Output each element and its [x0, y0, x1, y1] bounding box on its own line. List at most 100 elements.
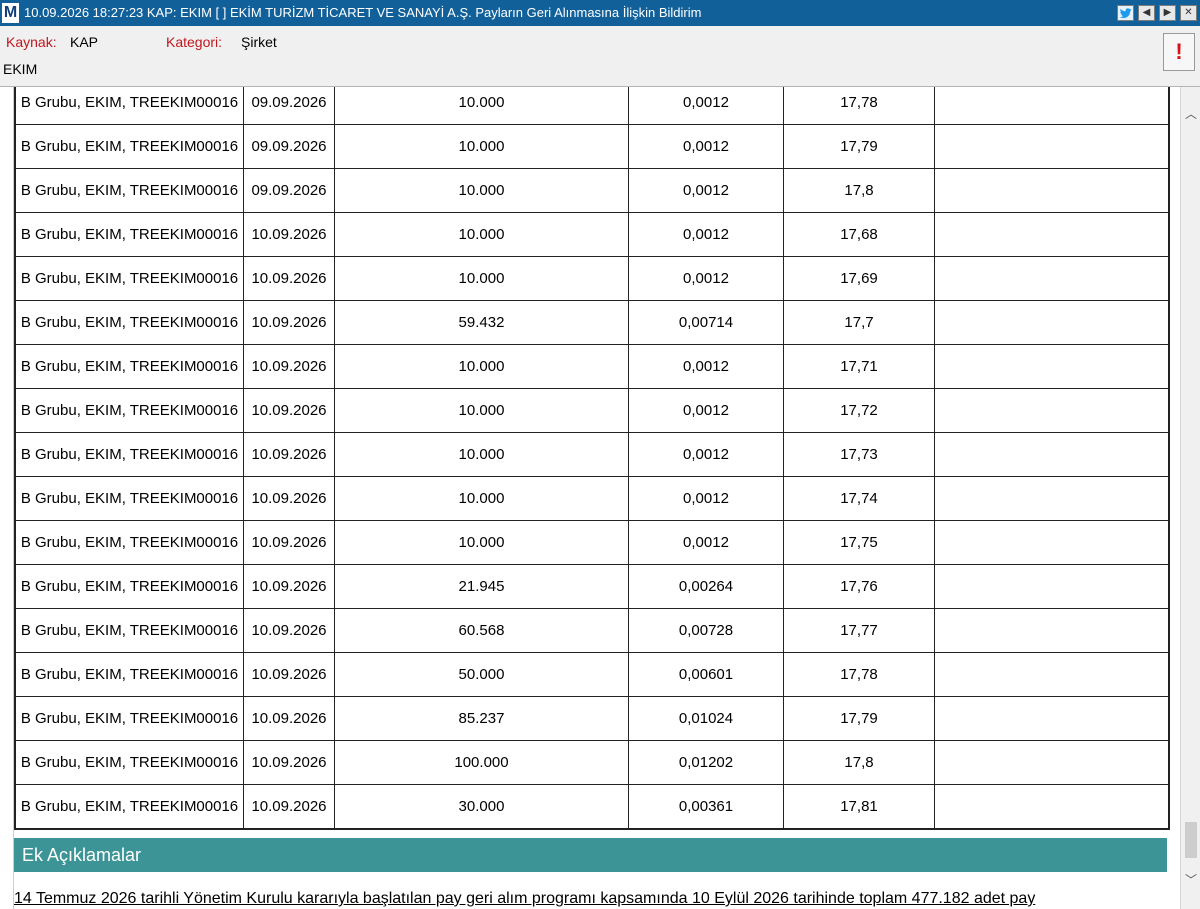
scroll-down-icon[interactable]: ﹀	[1184, 873, 1198, 887]
amount-cell: 59.432	[334, 300, 629, 345]
date-cell: 10.09.2026	[243, 212, 335, 257]
price-cell: 17,8	[783, 168, 935, 213]
share-group-cell: B Grubu, EKIM, TREEKIM00016	[14, 740, 244, 785]
scroll-up-icon[interactable]: ︿	[1184, 107, 1198, 121]
note-cell	[934, 564, 1170, 609]
buyback-table: B Grubu, EKIM, TREEKIM00016 09.09.2026 10.…	[14, 87, 1170, 830]
table-row: B Grubu, EKIM, TREEKIM00016 10.09.2026 21.…	[14, 564, 1170, 609]
date-cell: 09.09.2026	[243, 124, 335, 169]
ticker-symbol[interactable]: EKIM	[3, 61, 37, 77]
note-cell	[934, 124, 1170, 169]
note-cell	[934, 432, 1170, 477]
note-cell	[934, 784, 1170, 830]
date-cell: 10.09.2026	[243, 256, 335, 301]
note-cell	[934, 256, 1170, 301]
price-cell: 17,79	[783, 124, 935, 169]
price-cell: 17,8	[783, 740, 935, 785]
date-cell: 09.09.2026	[243, 87, 335, 125]
note-cell	[934, 87, 1170, 125]
window-titlebar: M 10.09.2026 18:27:23 KAP: EKIM [ ] EKİM…	[0, 0, 1200, 26]
news-header: Kaynak: KAP Kategori: Şirket EKIM !	[0, 26, 1200, 87]
close-icon[interactable]: ✕	[1180, 5, 1197, 21]
amount-cell: 10.000	[334, 168, 629, 213]
news-headline: 10.09.2026 18:27:23 KAP: EKIM [ ] EKİM T…	[24, 5, 702, 20]
capital-ratio-cell: 0,0012	[628, 168, 784, 213]
table-row: B Grubu, EKIM, TREEKIM00016 10.09.2026 10.…	[14, 432, 1170, 477]
price-cell: 17,73	[783, 432, 935, 477]
date-cell: 10.09.2026	[243, 520, 335, 565]
capital-ratio-cell: 0,00264	[628, 564, 784, 609]
date-cell: 10.09.2026	[243, 564, 335, 609]
table-row: B Grubu, EKIM, TREEKIM00016 10.09.2026 30.…	[14, 784, 1170, 830]
vertical-scrollbar[interactable]: ︿ ﹀	[1180, 87, 1200, 909]
note-cell	[934, 608, 1170, 653]
price-cell: 17,7	[783, 300, 935, 345]
share-group-cell: B Grubu, EKIM, TREEKIM00016	[14, 564, 244, 609]
amount-cell: 10.000	[334, 520, 629, 565]
document-content: B Grubu, EKIM, TREEKIM00016 09.09.2026 10.…	[0, 87, 1180, 909]
capital-ratio-cell: 0,0012	[628, 344, 784, 389]
date-cell: 10.09.2026	[243, 476, 335, 521]
capital-ratio-cell: 0,0012	[628, 124, 784, 169]
category-value: Şirket	[241, 34, 277, 50]
table-row: B Grubu, EKIM, TREEKIM00016 09.09.2026 10.…	[14, 87, 1170, 125]
note-cell	[934, 696, 1170, 741]
amount-cell: 21.945	[334, 564, 629, 609]
twitter-icon[interactable]	[1117, 5, 1134, 21]
amount-cell: 10.000	[334, 124, 629, 169]
share-group-cell: B Grubu, EKIM, TREEKIM00016	[14, 124, 244, 169]
price-cell: 17,71	[783, 344, 935, 389]
share-group-cell: B Grubu, EKIM, TREEKIM00016	[14, 520, 244, 565]
amount-cell: 100.000	[334, 740, 629, 785]
table-row: B Grubu, EKIM, TREEKIM00016 10.09.2026 10.…	[14, 212, 1170, 257]
amount-cell: 10.000	[334, 388, 629, 433]
share-group-cell: B Grubu, EKIM, TREEKIM00016	[14, 432, 244, 477]
price-cell: 17,79	[783, 696, 935, 741]
amount-cell: 50.000	[334, 652, 629, 697]
table-row: B Grubu, EKIM, TREEKIM00016 10.09.2026 10.…	[14, 344, 1170, 389]
date-cell: 10.09.2026	[243, 388, 335, 433]
capital-ratio-cell: 0,00361	[628, 784, 784, 830]
exclamation-icon: !	[1175, 39, 1183, 64]
table-row: B Grubu, EKIM, TREEKIM00016 10.09.2026 59.…	[14, 300, 1170, 345]
note-cell	[934, 476, 1170, 521]
note-cell	[934, 388, 1170, 433]
price-cell: 17,76	[783, 564, 935, 609]
share-group-cell: B Grubu, EKIM, TREEKIM00016	[14, 696, 244, 741]
capital-ratio-cell: 0,0012	[628, 432, 784, 477]
amount-cell: 10.000	[334, 256, 629, 301]
price-cell: 17,78	[783, 87, 935, 125]
additional-explanation-text: 14 Temmuz 2026 tarihli Yönetim Kurulu ka…	[14, 890, 1036, 907]
share-group-cell: B Grubu, EKIM, TREEKIM00016	[14, 652, 244, 697]
source-label: Kaynak:	[6, 34, 57, 50]
amount-cell: 10.000	[334, 212, 629, 257]
share-group-cell: B Grubu, EKIM, TREEKIM00016	[14, 388, 244, 433]
date-cell: 09.09.2026	[243, 168, 335, 213]
arrow-right-icon[interactable]: ▶	[1159, 5, 1176, 21]
table-row: B Grubu, EKIM, TREEKIM00016 09.09.2026 10.…	[14, 168, 1170, 213]
date-cell: 10.09.2026	[243, 740, 335, 785]
share-group-cell: B Grubu, EKIM, TREEKIM00016	[14, 344, 244, 389]
price-cell: 17,75	[783, 520, 935, 565]
share-group-cell: B Grubu, EKIM, TREEKIM00016	[14, 212, 244, 257]
note-cell	[934, 168, 1170, 213]
note-cell	[934, 300, 1170, 345]
date-cell: 10.09.2026	[243, 652, 335, 697]
share-group-cell: B Grubu, EKIM, TREEKIM00016	[14, 256, 244, 301]
capital-ratio-cell: 0,01024	[628, 696, 784, 741]
table-row: B Grubu, EKIM, TREEKIM00016 10.09.2026 50.…	[14, 652, 1170, 697]
amount-cell: 10.000	[334, 476, 629, 521]
date-cell: 10.09.2026	[243, 344, 335, 389]
alert-button[interactable]: !	[1163, 33, 1195, 71]
table-row: B Grubu, EKIM, TREEKIM00016 10.09.2026 10.…	[14, 256, 1170, 301]
scroll-thumb[interactable]	[1185, 822, 1197, 858]
note-cell	[934, 652, 1170, 697]
capital-ratio-cell: 0,00714	[628, 300, 784, 345]
share-group-cell: B Grubu, EKIM, TREEKIM00016	[14, 87, 244, 125]
price-cell: 17,72	[783, 388, 935, 433]
source-value: KAP	[70, 34, 99, 50]
arrow-left-icon[interactable]: ◀	[1138, 5, 1155, 21]
table-row: B Grubu, EKIM, TREEKIM00016 10.09.2026 10.…	[14, 520, 1170, 565]
app-logo: M	[2, 3, 19, 23]
amount-cell: 60.568	[334, 608, 629, 653]
